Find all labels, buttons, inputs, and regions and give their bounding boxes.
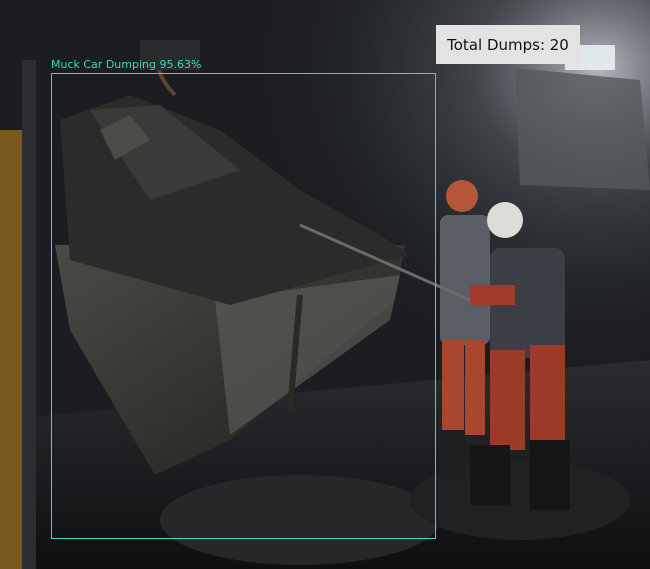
detection-bounding-box (51, 73, 436, 539)
detection-label: Muck Car Dumping 95.63% (51, 58, 202, 71)
total-dumps-counter: Total Dumps: 20 (436, 25, 580, 64)
